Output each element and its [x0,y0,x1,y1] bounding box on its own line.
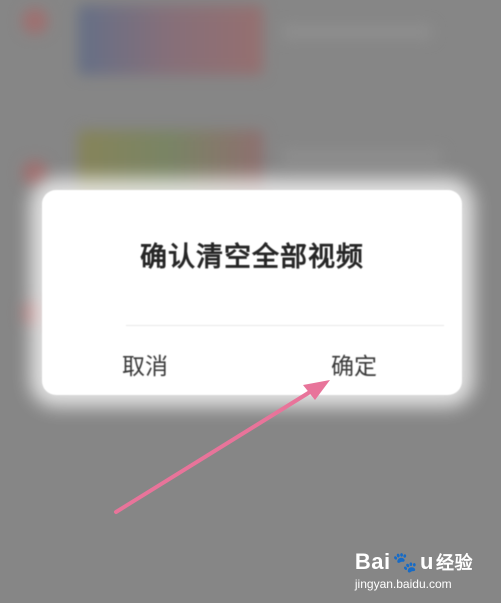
paw-icon: 🐾 [392,551,419,574]
watermark-logo-latin-2: u [420,549,434,574]
watermark-logo-latin: Bai [354,549,391,574]
watermark-logo: Bai 🐾 u 经验 [355,549,473,575]
watermark-url: jingyan.baidu.com [354,577,452,591]
pointer-arrow-icon [114,380,330,514]
app-screen: 确认清空全部视频 取消 确定 Bai 🐾 u 经验 jingyan.baidu.com [0,0,501,603]
watermark-logo-cn: 经验 [436,553,473,573]
baidu-jingyan-watermark: Bai 🐾 u 经验 jingyan.baidu.com [355,549,473,591]
arrow-shaft [114,385,320,514]
arrow-head [303,380,330,400]
